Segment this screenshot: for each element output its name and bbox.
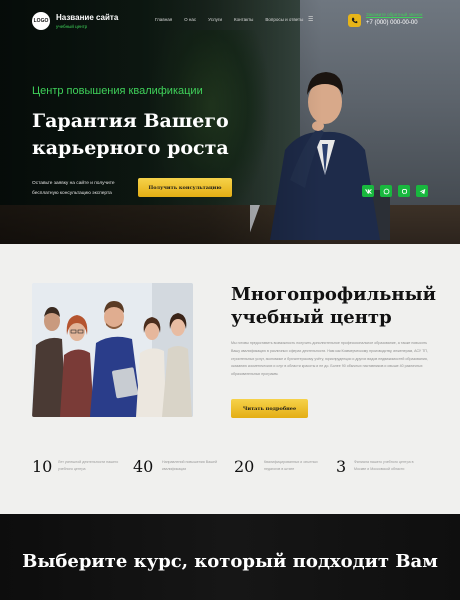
- courses-title: Выберите курс, который подходит Вам: [22, 551, 438, 572]
- nav-item-home[interactable]: Главная: [155, 17, 172, 22]
- viber-icon[interactable]: [398, 185, 410, 197]
- nav-item-about[interactable]: О нас: [184, 17, 196, 22]
- stat-text: Лет успешной деятельности нашего учебног…: [58, 460, 119, 471]
- stat-text: Квалифицированных и опытных педагогов в …: [264, 460, 318, 471]
- team-photo-image: [32, 283, 193, 417]
- social-links: [362, 185, 428, 197]
- get-consultation-button[interactable]: Получить консультацию: [138, 178, 232, 197]
- hero-kicker: Центр повышения квалификации: [32, 85, 203, 97]
- site-logo[interactable]: LOGO: [32, 12, 50, 30]
- telegram-icon[interactable]: [416, 185, 428, 197]
- about-title: Многопрофильный учебный центр: [231, 284, 436, 328]
- vk-icon[interactable]: [362, 185, 374, 197]
- stat-number: 40: [133, 457, 154, 476]
- nav-item-faq[interactable]: Вопросы и ответы: [265, 17, 303, 22]
- menu-icon[interactable]: ☰: [308, 16, 313, 23]
- whatsapp-icon[interactable]: [380, 185, 392, 197]
- nav-item-services[interactable]: Услуги: [208, 17, 222, 22]
- phone-icon[interactable]: [348, 14, 361, 27]
- read-more-button[interactable]: Читать подробнее: [231, 399, 308, 418]
- hero-text: Оставьте заявку на сайте и получите бесп…: [32, 181, 115, 196]
- stat-number: 3: [336, 457, 347, 476]
- hero-section: LOGO Название сайта учебный центр Главна…: [0, 0, 460, 244]
- nav-item-contacts[interactable]: Контакты: [234, 17, 253, 22]
- site-header: LOGO Название сайта учебный центр Главна…: [0, 0, 460, 44]
- about-text: Мы готовы предоставить возможность получ…: [231, 341, 428, 377]
- stat-text: Направлений повышения Вашей квалификации: [162, 460, 217, 471]
- site-subtitle: учебный центр: [56, 24, 88, 29]
- phone-number[interactable]: +7 (000) 000-00-00: [366, 20, 418, 26]
- stat-text: Филиала нашего учебного центра в Москве …: [354, 460, 414, 471]
- stat-number: 20: [234, 457, 255, 476]
- main-nav: Главная О нас Услуги Контакты Вопросы и …: [155, 17, 303, 22]
- hero-title: Гарантия Вашего карьерного роста: [32, 110, 229, 159]
- site-name: Название сайта: [56, 13, 119, 22]
- callback-link[interactable]: Закажите обратный звонок: [366, 12, 422, 17]
- team-photo: [32, 283, 193, 417]
- stat-number: 10: [32, 457, 53, 476]
